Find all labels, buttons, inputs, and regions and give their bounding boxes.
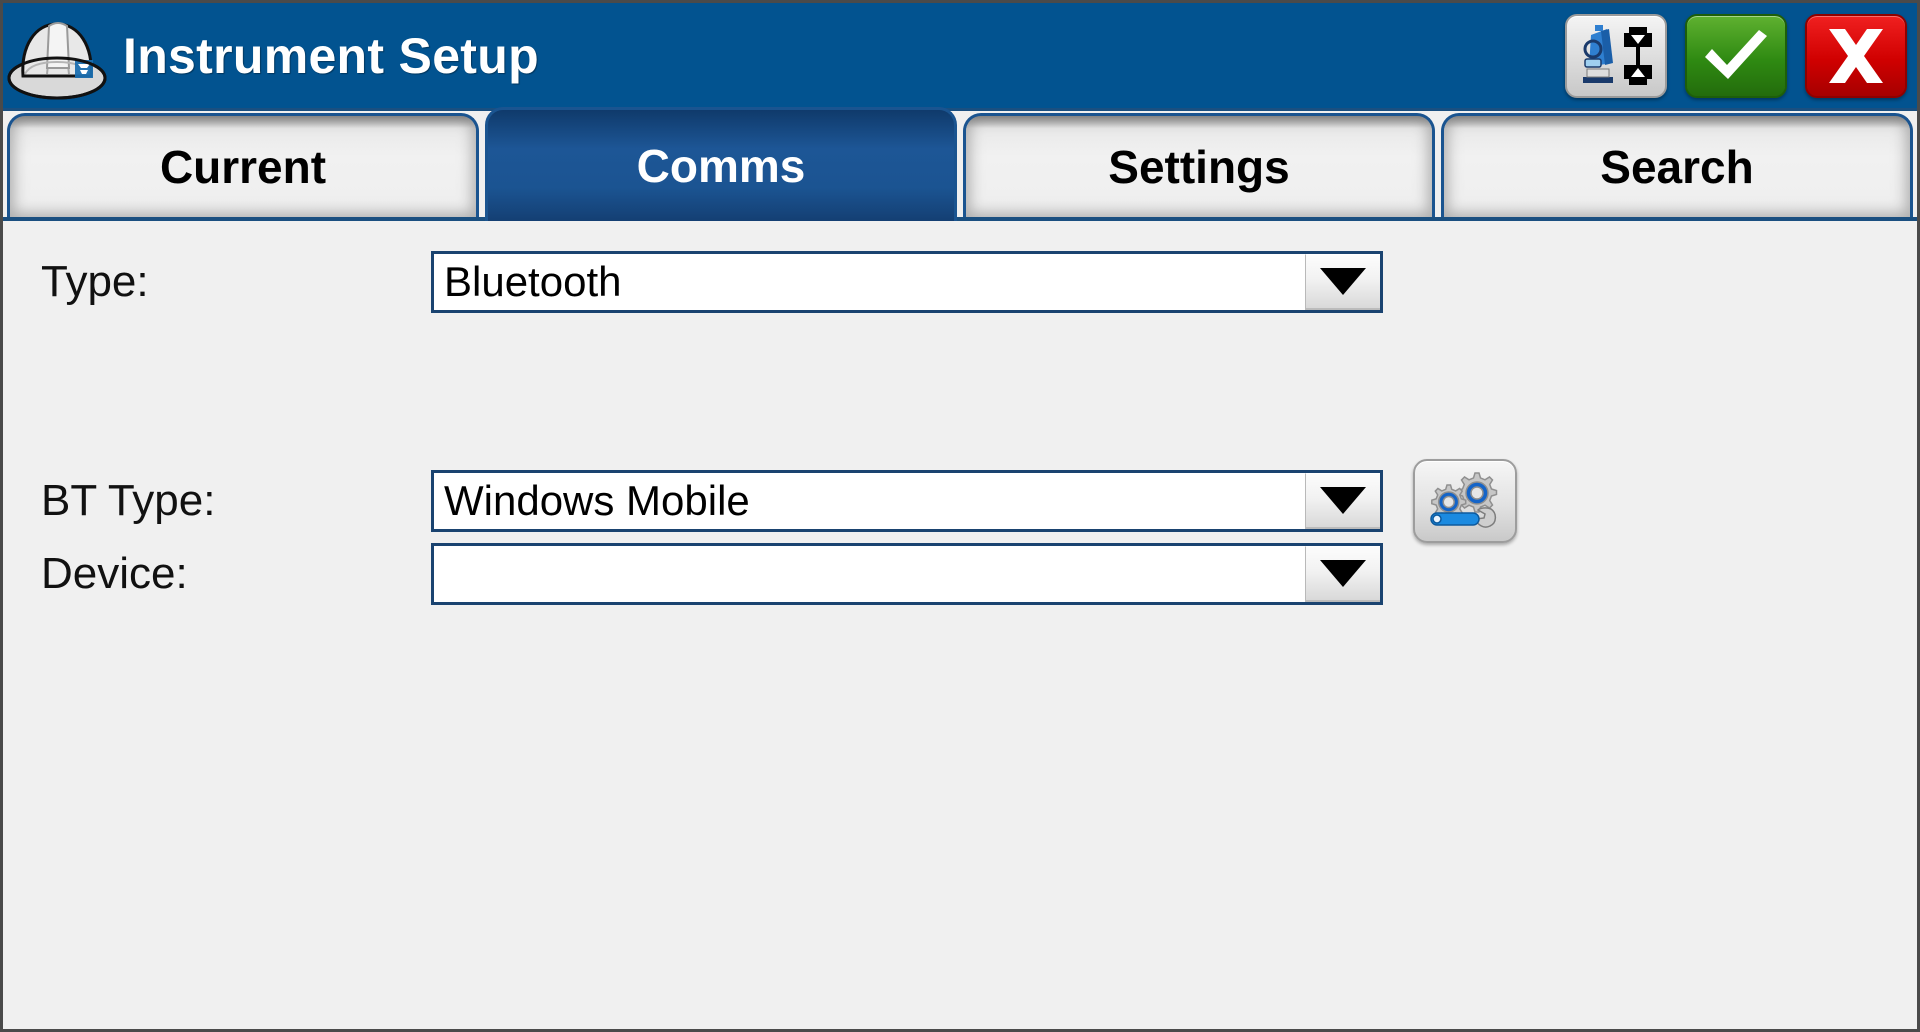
device-dropdown-arrow[interactable] xyxy=(1305,546,1380,602)
bt-type-label: BT Type: xyxy=(41,476,216,525)
total-station-connect-icon xyxy=(1583,24,1652,85)
device-label: Device: xyxy=(41,549,188,598)
tab-settings[interactable]: Settings xyxy=(963,113,1435,217)
device-field-row: Device: xyxy=(41,543,1383,605)
checkmark-icon xyxy=(1705,29,1767,79)
instrument-setup-window: Instrument Setup Current Comms Settings … xyxy=(0,0,1920,1032)
bt-type-value: Windows Mobile xyxy=(444,477,750,524)
device-dropdown[interactable] xyxy=(431,543,1383,605)
type-dropdown[interactable]: Bluetooth xyxy=(431,251,1383,313)
type-field-row: Type: Bluetooth xyxy=(41,251,1383,313)
tab-comms-label: Comms xyxy=(636,139,806,192)
tab-current[interactable]: Current xyxy=(7,113,479,217)
gears-wrench-settings-icon xyxy=(1430,472,1498,528)
bt-type-dropdown[interactable]: Windows Mobile xyxy=(431,470,1383,532)
type-label: Type: xyxy=(41,257,149,306)
bt-type-field-row: BT Type: Windows Mobile xyxy=(41,459,1517,543)
tab-current-label: Current xyxy=(159,140,327,193)
chevron-down-icon xyxy=(1320,487,1366,514)
device-value xyxy=(434,546,1305,602)
title-bar-actions xyxy=(1565,13,1917,98)
accept-button[interactable] xyxy=(1685,13,1787,98)
connect-instrument-button[interactable] xyxy=(1565,13,1667,98)
chevron-down-icon xyxy=(1320,560,1366,587)
type-value: Bluetooth xyxy=(444,258,622,305)
cancel-button[interactable] xyxy=(1805,13,1907,98)
type-dropdown-arrow[interactable] xyxy=(1305,254,1380,310)
bt-config-button[interactable] xyxy=(1413,459,1517,543)
tab-comms[interactable]: Comms xyxy=(485,107,957,221)
chevron-down-icon xyxy=(1320,268,1366,295)
tab-bar: Current Comms Settings Search xyxy=(3,107,1917,221)
bt-type-dropdown-arrow[interactable] xyxy=(1305,473,1380,529)
title-bar: Instrument Setup xyxy=(3,3,1917,111)
hard-hat-icon xyxy=(7,21,107,99)
page-title: Instrument Setup xyxy=(123,27,539,84)
tab-search-label: Search xyxy=(1600,140,1754,193)
tab-search[interactable]: Search xyxy=(1441,113,1913,217)
tab-settings-label: Settings xyxy=(1108,140,1290,193)
comms-panel: Type: Bluetooth BT Type: Windows Mobile xyxy=(3,225,1917,1029)
close-x-icon xyxy=(1829,28,1883,83)
